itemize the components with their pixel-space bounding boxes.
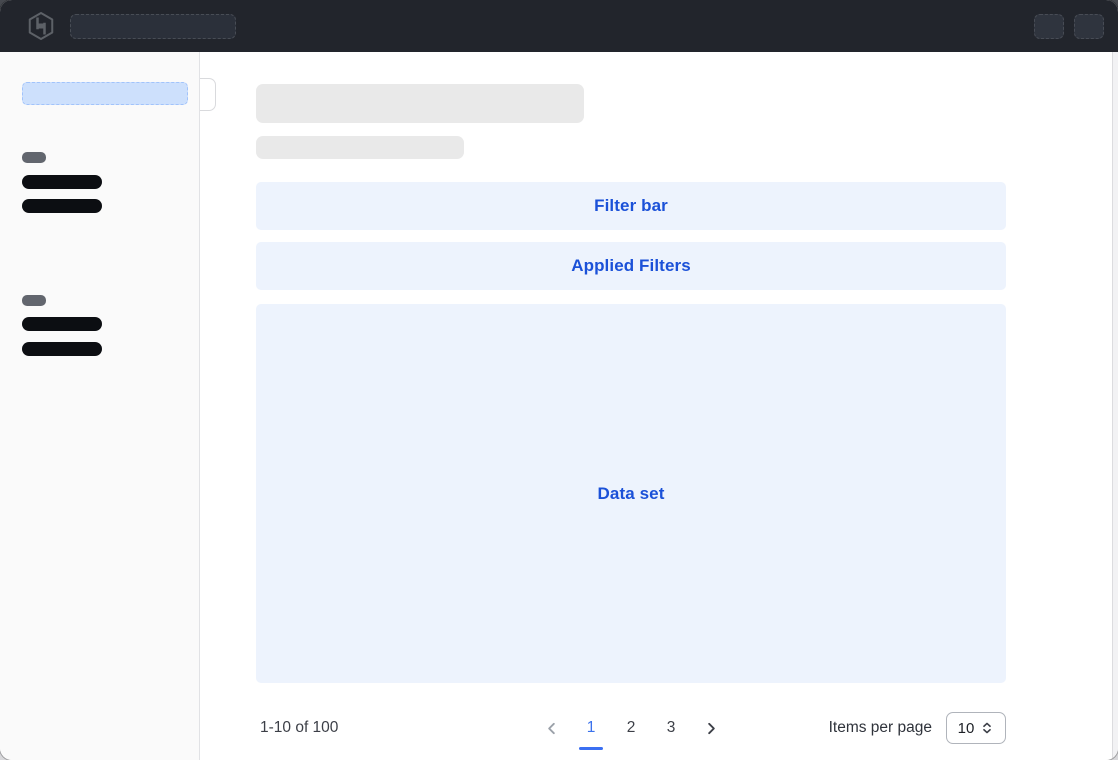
nav-action-skeleton-1[interactable]	[1034, 14, 1064, 39]
sidebar-section-title-skeleton	[22, 295, 46, 306]
chevron-right-icon	[704, 721, 719, 736]
next-page-button[interactable]	[698, 712, 724, 744]
sidebar-item-skeleton[interactable]	[22, 199, 102, 213]
applied-filters-label: Applied Filters	[571, 256, 691, 276]
applied-filters-section[interactable]: Applied Filters	[256, 242, 1006, 290]
data-set-label: Data set	[598, 484, 665, 504]
chevrons-up-down-icon	[980, 721, 994, 735]
filter-bar-section[interactable]: Filter bar	[256, 182, 1006, 230]
page-subtitle-skeleton	[256, 136, 464, 159]
sidebar-item-skeleton[interactable]	[22, 342, 102, 356]
filter-bar-label: Filter bar	[594, 196, 668, 216]
previous-page-button[interactable]	[538, 712, 564, 744]
items-per-page-label: Items per page	[829, 719, 932, 737]
items-per-page-select[interactable]: 10	[946, 712, 1006, 744]
top-navbar	[0, 0, 1118, 52]
sidebar-item-skeleton[interactable]	[22, 175, 102, 189]
sidebar-item-skeleton[interactable]	[22, 317, 102, 331]
sidebar	[0, 52, 200, 760]
page-button-1[interactable]: 1	[578, 712, 604, 744]
pagination-controls: 1 2 3	[538, 712, 724, 744]
sidebar-selected-item-skeleton[interactable]	[22, 82, 188, 105]
app-window: Filter bar Applied Filters Data set 1-10…	[0, 0, 1118, 760]
pagination-range: 1-10 of 100	[260, 719, 338, 737]
page-title-skeleton	[256, 84, 584, 123]
nav-action-skeleton-2[interactable]	[1074, 14, 1104, 39]
items-per-page-control: Items per page 10	[829, 712, 1006, 744]
nav-search-skeleton[interactable]	[70, 14, 236, 39]
sidebar-section-title-skeleton	[22, 152, 46, 163]
page-button-3[interactable]: 3	[658, 712, 684, 744]
main-content: Filter bar Applied Filters Data set 1-10…	[201, 52, 1112, 760]
scrollbar-gutter	[1112, 52, 1118, 760]
data-set-section[interactable]: Data set	[256, 304, 1006, 683]
per-page-value: 10	[958, 720, 975, 737]
hashicorp-logo-icon[interactable]	[26, 11, 56, 41]
page-button-2[interactable]: 2	[618, 712, 644, 744]
navbar-actions	[1034, 14, 1104, 39]
pagination-bar: 1-10 of 100 1 2 3 Items per page	[256, 700, 1006, 756]
sidebar-toggle-button[interactable]	[200, 78, 216, 111]
chevron-left-icon	[544, 721, 559, 736]
